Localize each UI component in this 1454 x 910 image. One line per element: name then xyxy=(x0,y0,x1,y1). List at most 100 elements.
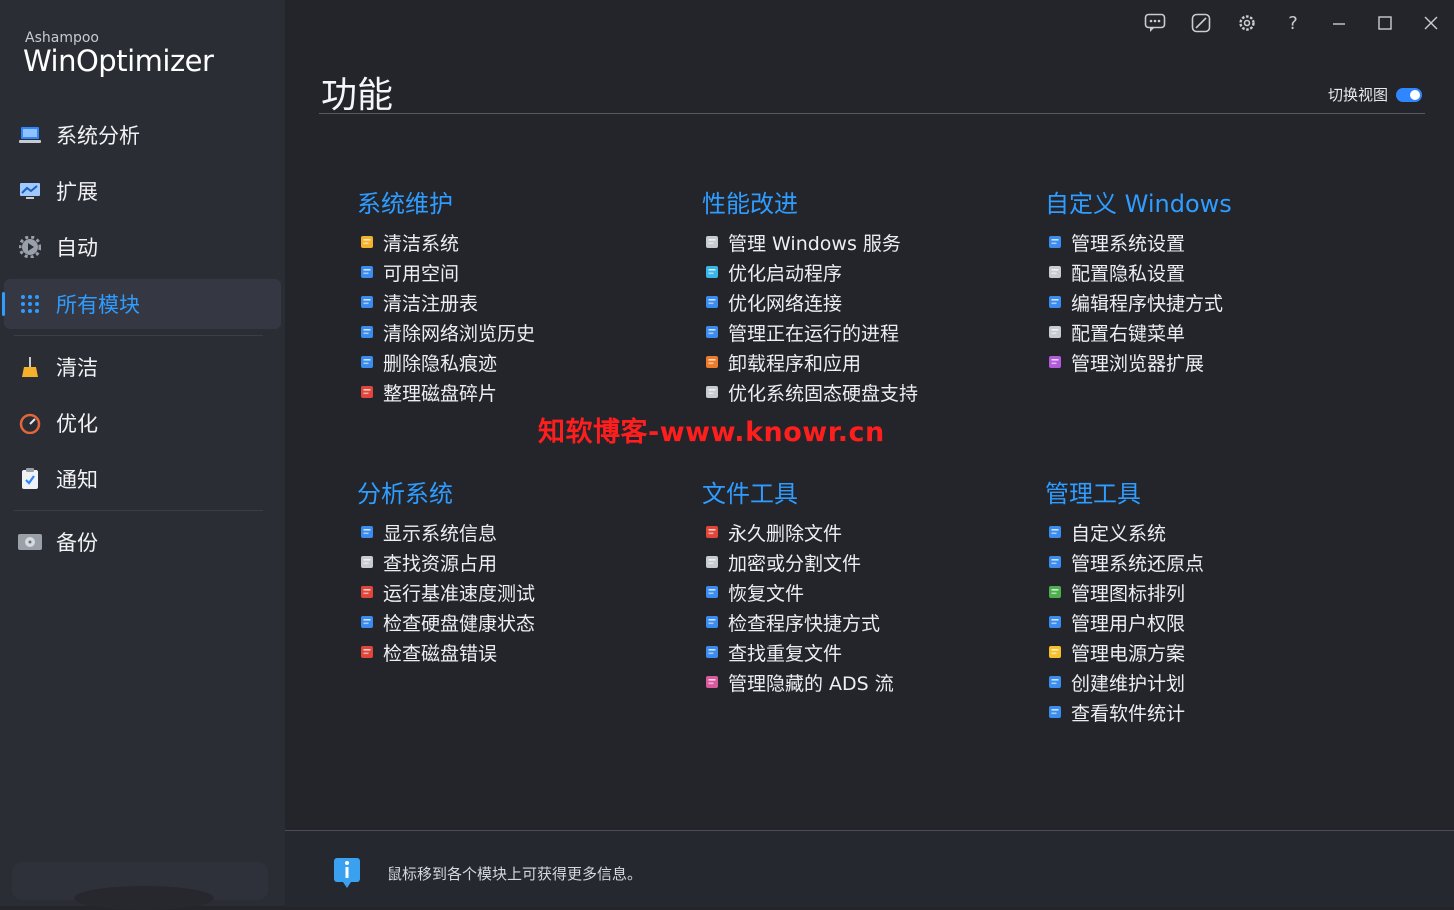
module-link[interactable]: 查找重复文件 xyxy=(702,637,894,667)
module-icon xyxy=(359,384,375,400)
module-icon xyxy=(1047,704,1063,720)
module-icon xyxy=(704,234,720,250)
module-link[interactable]: 管理浏览器扩展 xyxy=(1045,347,1232,377)
footer-hint: 鼠标移到各个模块上可获得更多信息。 xyxy=(387,865,643,883)
hard-drive-icon xyxy=(16,531,44,553)
sidebar-item-system-analysis[interactable]: 系统分析 xyxy=(4,110,281,160)
module-icon xyxy=(704,614,720,630)
module-link[interactable]: 查找资源占用 xyxy=(357,547,535,577)
divider xyxy=(14,335,263,336)
module-icon xyxy=(704,674,720,690)
module-link[interactable]: 加密或分割文件 xyxy=(702,547,894,577)
module-link[interactable]: 检查硬盘健康状态 xyxy=(357,607,535,637)
group-title[interactable]: 性能改进 xyxy=(702,188,918,220)
module-label: 优化系统固态硬盘支持 xyxy=(728,382,919,405)
module-link[interactable]: 运行基准速度测试 xyxy=(357,577,535,607)
module-label: 卸载程序和应用 xyxy=(728,352,862,375)
maximize-icon[interactable] xyxy=(1362,0,1408,46)
footer-info-bar: 鼠标移到各个模块上可获得更多信息。 xyxy=(285,830,1454,907)
group-title[interactable]: 分析系统 xyxy=(357,478,535,510)
group-title[interactable]: 管理工具 xyxy=(1045,478,1204,510)
module-link[interactable]: 管理隐藏的 ADS 流 xyxy=(702,667,894,697)
module-link[interactable]: 检查程序快捷方式 xyxy=(702,607,894,637)
module-icon xyxy=(1047,324,1063,340)
module-link[interactable]: 优化启动程序 xyxy=(702,257,918,287)
module-icon xyxy=(1047,644,1063,660)
settings-icon[interactable] xyxy=(1224,0,1270,46)
title-bar-controls: ? xyxy=(1132,0,1454,46)
module-label: 显示系统信息 xyxy=(383,522,498,545)
module-label: 检查程序快捷方式 xyxy=(728,612,881,635)
module-link[interactable]: 卸载程序和应用 xyxy=(702,347,918,377)
view-toggle[interactable]: 切换视图 xyxy=(1328,84,1422,105)
theme-icon[interactable] xyxy=(1178,0,1224,46)
module-label: 管理浏览器扩展 xyxy=(1071,352,1205,375)
module-label: 管理电源方案 xyxy=(1071,642,1186,665)
module-link[interactable]: 整理磁盘碎片 xyxy=(357,377,535,407)
module-link[interactable]: 管理系统设置 xyxy=(1045,227,1232,257)
title-divider xyxy=(319,113,1425,114)
module-link[interactable]: 可用空间 xyxy=(357,257,535,287)
module-link[interactable]: 管理系统还原点 xyxy=(1045,547,1204,577)
module-label: 管理隐藏的 ADS 流 xyxy=(728,672,894,695)
module-group: 自定义 Windows 管理系统设置 配置隐私设置 编辑程序快捷方式 配置右键菜单管理浏… xyxy=(1045,188,1232,377)
module-icon xyxy=(359,554,375,570)
close-icon[interactable] xyxy=(1408,0,1454,46)
module-link[interactable]: 清除网络浏览历史 xyxy=(357,317,535,347)
module-label: 恢复文件 xyxy=(728,582,805,605)
sidebar-item-label: 自动 xyxy=(56,236,98,260)
module-icon xyxy=(1047,294,1063,310)
module-label: 清洁系统 xyxy=(383,232,460,255)
module-link[interactable]: 管理正在运行的进程 xyxy=(702,317,918,347)
minimize-icon[interactable] xyxy=(1316,0,1362,46)
module-link[interactable]: 永久删除文件 xyxy=(702,517,894,547)
module-link[interactable]: 管理图标排列 xyxy=(1045,577,1204,607)
module-link[interactable]: 管理用户权限 xyxy=(1045,607,1204,637)
feedback-icon[interactable] xyxy=(1132,0,1178,46)
group-title[interactable]: 系统维护 xyxy=(357,188,535,220)
module-link[interactable]: 管理电源方案 xyxy=(1045,637,1204,667)
module-link[interactable]: 配置右键菜单 xyxy=(1045,317,1232,347)
module-link[interactable]: 显示系统信息 xyxy=(357,517,535,547)
module-link[interactable]: 优化网络连接 xyxy=(702,287,918,317)
grid-icon xyxy=(16,293,44,315)
module-label: 加密或分割文件 xyxy=(728,552,862,575)
module-icon xyxy=(359,524,375,540)
app-logo-text: WinOptimizer xyxy=(23,44,214,78)
sidebar-item-backup[interactable]: 备份 xyxy=(4,517,281,567)
sidebar-item-extend[interactable]: 扩展 xyxy=(4,166,281,216)
module-link[interactable]: 管理 Windows 服务 xyxy=(702,227,918,257)
module-icon xyxy=(704,644,720,660)
sidebar-item-clean[interactable]: 清洁 xyxy=(4,342,281,392)
view-toggle-switch[interactable] xyxy=(1396,87,1422,102)
module-label: 查看软件统计 xyxy=(1071,702,1186,725)
module-link[interactable]: 查看软件统计 xyxy=(1045,697,1204,727)
module-link[interactable]: 配置隐私设置 xyxy=(1045,257,1232,287)
module-link[interactable]: 删除隐私痕迹 xyxy=(357,347,535,377)
sidebar-item-all-modules[interactable]: 所有模块 xyxy=(2,279,281,329)
module-icon xyxy=(1047,524,1063,540)
module-group: 性能改进管理 Windows 服务 优化启动程序 优化网络连接 管理正在运行的进程卸载… xyxy=(702,188,918,407)
module-label: 管理系统设置 xyxy=(1071,232,1186,255)
help-icon[interactable]: ? xyxy=(1270,0,1316,46)
module-icon xyxy=(704,384,720,400)
group-title[interactable]: 自定义 Windows xyxy=(1045,188,1232,220)
module-link[interactable]: 自定义系统 xyxy=(1045,517,1204,547)
group-title[interactable]: 文件工具 xyxy=(702,478,894,510)
module-link[interactable]: 恢复文件 xyxy=(702,577,894,607)
module-link[interactable]: 检查磁盘错误 xyxy=(357,637,535,667)
module-label: 管理用户权限 xyxy=(1071,612,1186,635)
module-icon xyxy=(359,234,375,250)
laptop-icon xyxy=(16,124,44,146)
module-link[interactable]: 清洁注册表 xyxy=(357,287,535,317)
module-label: 管理系统还原点 xyxy=(1071,552,1205,575)
sidebar-item-auto[interactable]: 自动 xyxy=(4,222,281,272)
module-label: 可用空间 xyxy=(383,262,460,285)
sidebar-item-notifications[interactable]: 通知 xyxy=(4,454,281,504)
module-link[interactable]: 优化系统固态硬盘支持 xyxy=(702,377,918,407)
module-link[interactable]: 编辑程序快捷方式 xyxy=(1045,287,1232,317)
module-link[interactable]: 清洁系统 xyxy=(357,227,535,257)
module-link[interactable]: 创建维护计划 xyxy=(1045,667,1204,697)
module-icon xyxy=(704,584,720,600)
sidebar-item-optimize[interactable]: 优化 xyxy=(4,398,281,448)
